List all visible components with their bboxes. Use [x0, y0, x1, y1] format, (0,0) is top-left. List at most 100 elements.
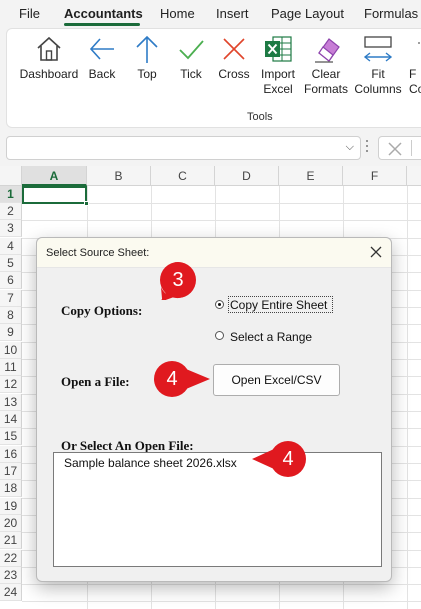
radio-select-range-label[interactable]: Select a Range [230, 330, 312, 344]
row-header-17[interactable]: 17 [0, 463, 22, 480]
formula-divider [411, 140, 412, 156]
partial-label-1: F [409, 67, 417, 81]
row-header-6[interactable]: 6 [0, 272, 22, 289]
row-header-13[interactable]: 13 [0, 394, 22, 411]
active-cell-a1[interactable] [22, 186, 87, 204]
formula-buttons[interactable] [378, 136, 421, 160]
tab-page-layout[interactable]: Page Layout [271, 6, 344, 21]
import-label: Import [260, 67, 295, 81]
dialog-title: Select Source Sheet: [46, 247, 150, 259]
row-header-12[interactable]: 12 [0, 376, 22, 393]
row-header-2[interactable]: 2 [0, 203, 22, 220]
dashboard-button[interactable]: Dashboard [19, 33, 79, 82]
column-header-c[interactable]: C [151, 166, 215, 186]
close-icon[interactable] [369, 245, 383, 259]
fit-label: Fit [371, 67, 385, 81]
tab-formulas[interactable]: Formulas [364, 6, 418, 21]
formats-label: Formats [303, 82, 348, 96]
house-icon [37, 36, 61, 61]
chevron-down-icon[interactable]: ⌵ [346, 141, 354, 154]
partial-label-2: Co [409, 82, 421, 96]
row-header-8[interactable]: 8 [0, 307, 22, 324]
step-3-number: 3 [172, 269, 184, 291]
row-header-18[interactable]: 18 [0, 480, 22, 497]
column-header-g-partial[interactable] [407, 166, 421, 186]
column-header-f[interactable]: F [343, 166, 407, 186]
row-header-9[interactable]: 9 [0, 324, 22, 341]
grid-line [407, 186, 408, 609]
radio-select-range[interactable] [215, 331, 224, 340]
formula-bar-area: ⌵ [0, 132, 421, 166]
fit-columns-button[interactable]: Fit Columns [353, 33, 403, 97]
row-header-20[interactable]: 20 [0, 515, 22, 532]
clear-formats-button[interactable]: Clear Formats [303, 33, 349, 97]
row-header-15[interactable]: 15 [0, 428, 22, 445]
overflow-ribbon-button[interactable]: F Co [409, 33, 421, 97]
row-header-21[interactable]: 21 [0, 532, 22, 549]
tab-accountants[interactable]: Accountants [64, 6, 143, 21]
ribbon-panel: Dashboard Back Top Tick Cross Import Exc… [6, 28, 421, 128]
row-header-16[interactable]: 16 [0, 446, 22, 463]
eraser-icon [315, 38, 340, 63]
step-4-callout-open: 4 [152, 359, 210, 399]
row-header-11[interactable]: 11 [0, 359, 22, 376]
dialog-title-bar: Select Source Sheet: [37, 238, 391, 268]
row-header-22[interactable]: 22 [0, 550, 22, 567]
select-all-corner[interactable] [0, 166, 22, 186]
excel-label: Excel [263, 82, 293, 96]
copy-options-label: Copy Options: [61, 303, 143, 318]
row-header-23[interactable]: 23 [0, 567, 22, 584]
clear-label: Clear [311, 67, 341, 81]
back-button[interactable]: Back [85, 33, 119, 82]
cross-button[interactable]: Cross [217, 33, 251, 82]
radio-copy-entire-sheet[interactable] [215, 300, 224, 309]
tick-label: Tick [180, 67, 202, 81]
ribbon-tab-bar: File Accountants Home Insert Page Layout… [0, 0, 421, 28]
fill-handle[interactable] [84, 201, 89, 206]
row-header-10[interactable]: 10 [0, 342, 22, 359]
tab-file[interactable]: File [19, 6, 40, 21]
open-excel-csv-button[interactable]: Open Excel/CSV [213, 364, 340, 396]
column-header-a[interactable]: A [22, 166, 87, 186]
columns-label: Columns [354, 82, 402, 96]
column-header-e[interactable]: E [279, 166, 343, 186]
checkmark-icon [179, 40, 204, 60]
arrow-left-icon [89, 38, 114, 60]
top-button[interactable]: Top [130, 33, 164, 82]
open-file-label: Open a File: [61, 374, 130, 389]
step-4-callout-list: 4 [252, 439, 308, 479]
tab-home[interactable]: Home [160, 6, 195, 21]
open-files-listbox[interactable]: Sample balance sheet 2026.xlsx [53, 452, 382, 567]
grid-line [22, 220, 421, 221]
row-header-19[interactable]: 19 [0, 498, 22, 515]
row-header-1[interactable]: 1 [0, 186, 22, 203]
fit-columns-icon [363, 36, 393, 62]
cancel-icon[interactable] [385, 139, 405, 159]
step-4-number-open: 4 [166, 368, 178, 390]
radio-copy-entire-sheet-label[interactable]: Copy Entire Sheet [230, 298, 327, 312]
list-item[interactable]: Sample balance sheet 2026.xlsx [64, 456, 237, 470]
import-excel-button[interactable]: Import Excel [258, 33, 298, 97]
more-options-icon[interactable] [366, 140, 369, 155]
cross-icon [223, 38, 245, 60]
grid-line [22, 584, 421, 585]
row-header-5[interactable]: 5 [0, 255, 22, 272]
grid-line [22, 601, 421, 602]
row-header-3[interactable]: 3 [0, 220, 22, 237]
row-header-14[interactable]: 14 [0, 411, 22, 428]
row-header-24[interactable]: 24 [0, 584, 22, 601]
excel-icon [265, 36, 292, 62]
ribbon-area: Dashboard Back Top Tick Cross Import Exc… [0, 28, 421, 132]
dashboard-label: Dashboard [19, 67, 79, 81]
tick-button[interactable]: Tick [174, 33, 208, 82]
partial-icon [418, 42, 420, 44]
top-label: Top [137, 67, 157, 81]
column-header-d[interactable]: D [215, 166, 279, 186]
column-header-b[interactable]: B [87, 166, 151, 186]
cross-label: Cross [218, 67, 250, 81]
name-box[interactable]: ⌵ [6, 136, 361, 160]
row-header-7[interactable]: 7 [0, 290, 22, 307]
row-header-4[interactable]: 4 [0, 238, 22, 255]
tab-insert[interactable]: Insert [216, 6, 249, 21]
step-3-callout: 3 [158, 260, 198, 300]
